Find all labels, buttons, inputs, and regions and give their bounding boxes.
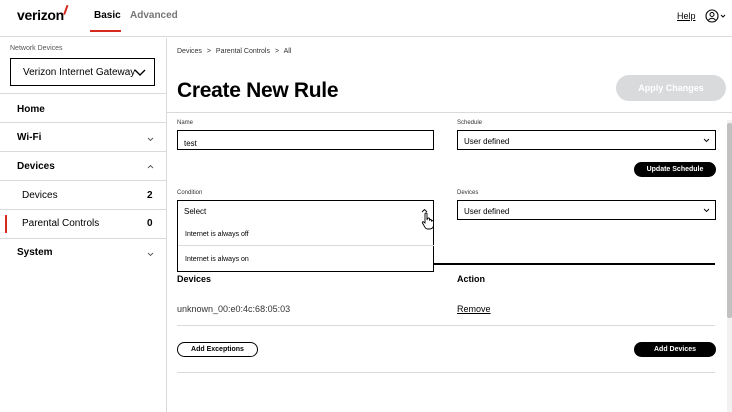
breadcrumb-separator: > (274, 48, 280, 55)
devices-column-header: Devices (177, 274, 212, 284)
breadcrumb-devices[interactable]: Devices (177, 48, 202, 55)
hand-cursor-icon (421, 212, 434, 230)
parental-controls-count: 0 (147, 218, 153, 229)
devices-label: Devices (457, 190, 479, 196)
gateway-select[interactable]: Verizon Internet Gateway (10, 58, 155, 86)
sidebar-divider (0, 180, 167, 181)
sidebar-item-system[interactable]: System (17, 247, 53, 258)
active-tab-indicator (90, 30, 121, 32)
condition-select[interactable]: Select (177, 200, 434, 220)
add-devices-button[interactable]: Add Devices (634, 342, 716, 357)
apply-changes-button[interactable]: Apply Changes (616, 75, 726, 101)
scrollbar-thumb[interactable] (727, 123, 732, 318)
header-divider (167, 112, 732, 113)
devices-count: 2 (147, 190, 153, 201)
schedule-select[interactable]: User defined (457, 130, 716, 150)
active-item-indicator (5, 215, 7, 233)
sidebar-divider (0, 209, 167, 210)
breadcrumb: Devices > Parental Controls > All (177, 48, 291, 55)
devices-select[interactable]: User defined (457, 200, 716, 220)
condition-option-always-on[interactable]: Internet is always on (185, 256, 249, 263)
action-column-header: Action (457, 274, 485, 284)
user-icon[interactable] (705, 8, 727, 24)
chevron-down-icon (703, 138, 710, 143)
chevron-down-icon (134, 69, 146, 76)
sidebar: Network Devices Verizon Internet Gateway… (0, 38, 167, 412)
gateway-select-value: Verizon Internet Gateway (23, 67, 136, 78)
sidebar-divider (0, 93, 167, 94)
sidebar-subitem-devices[interactable]: Devices (22, 190, 58, 201)
schedule-select-value: User defined (464, 137, 510, 146)
sidebar-subitem-parental-controls[interactable]: Parental Controls (22, 218, 99, 229)
chevron-up-icon[interactable] (147, 164, 154, 169)
page-title: Create New Rule (177, 79, 339, 102)
network-devices-label: Network Devices (10, 45, 63, 52)
tab-advanced[interactable]: Advanced (130, 10, 178, 21)
breadcrumb-all[interactable]: All (284, 48, 292, 55)
name-label: Name (177, 120, 194, 126)
sidebar-divider (0, 151, 167, 152)
sidebar-divider (0, 238, 167, 239)
verizon-logo[interactable]: verizon (17, 7, 64, 23)
add-exceptions-button[interactable]: Add Exceptions (177, 342, 258, 357)
chevron-down-icon[interactable] (147, 137, 154, 142)
sidebar-item-wifi[interactable]: Wi-Fi (17, 132, 41, 143)
device-mac-cell: unknown_00:e0:4c:68:05:03 (177, 304, 291, 314)
chevron-down-icon[interactable] (147, 252, 154, 257)
condition-option-always-off[interactable]: Internet is always off (185, 231, 249, 238)
help-link[interactable]: Help (677, 11, 696, 21)
remove-link[interactable]: Remove (457, 304, 491, 314)
dropdown-separator (178, 245, 434, 246)
condition-dropdown-list: Internet is always off Internet is alway… (177, 219, 434, 272)
breadcrumb-parental-controls[interactable]: Parental Controls (216, 48, 270, 55)
condition-select-value: Select (184, 207, 207, 216)
sidebar-divider (0, 122, 167, 123)
update-schedule-button[interactable]: Update Schedule (634, 162, 716, 177)
sidebar-item-home[interactable]: Home (17, 104, 45, 115)
name-input[interactable] (177, 130, 434, 150)
devices-select-value: User defined (464, 207, 510, 216)
top-bar: verizon Basic Advanced Help (0, 0, 732, 37)
row-separator (177, 325, 715, 326)
tab-basic[interactable]: Basic (94, 10, 121, 21)
sidebar-item-devices[interactable]: Devices (17, 161, 55, 172)
breadcrumb-separator: > (206, 48, 211, 55)
row-separator (177, 372, 715, 373)
schedule-label: Schedule (457, 120, 483, 126)
logo-check-icon (58, 3, 69, 15)
chevron-down-icon (703, 208, 710, 213)
condition-label: Condition (177, 190, 203, 196)
